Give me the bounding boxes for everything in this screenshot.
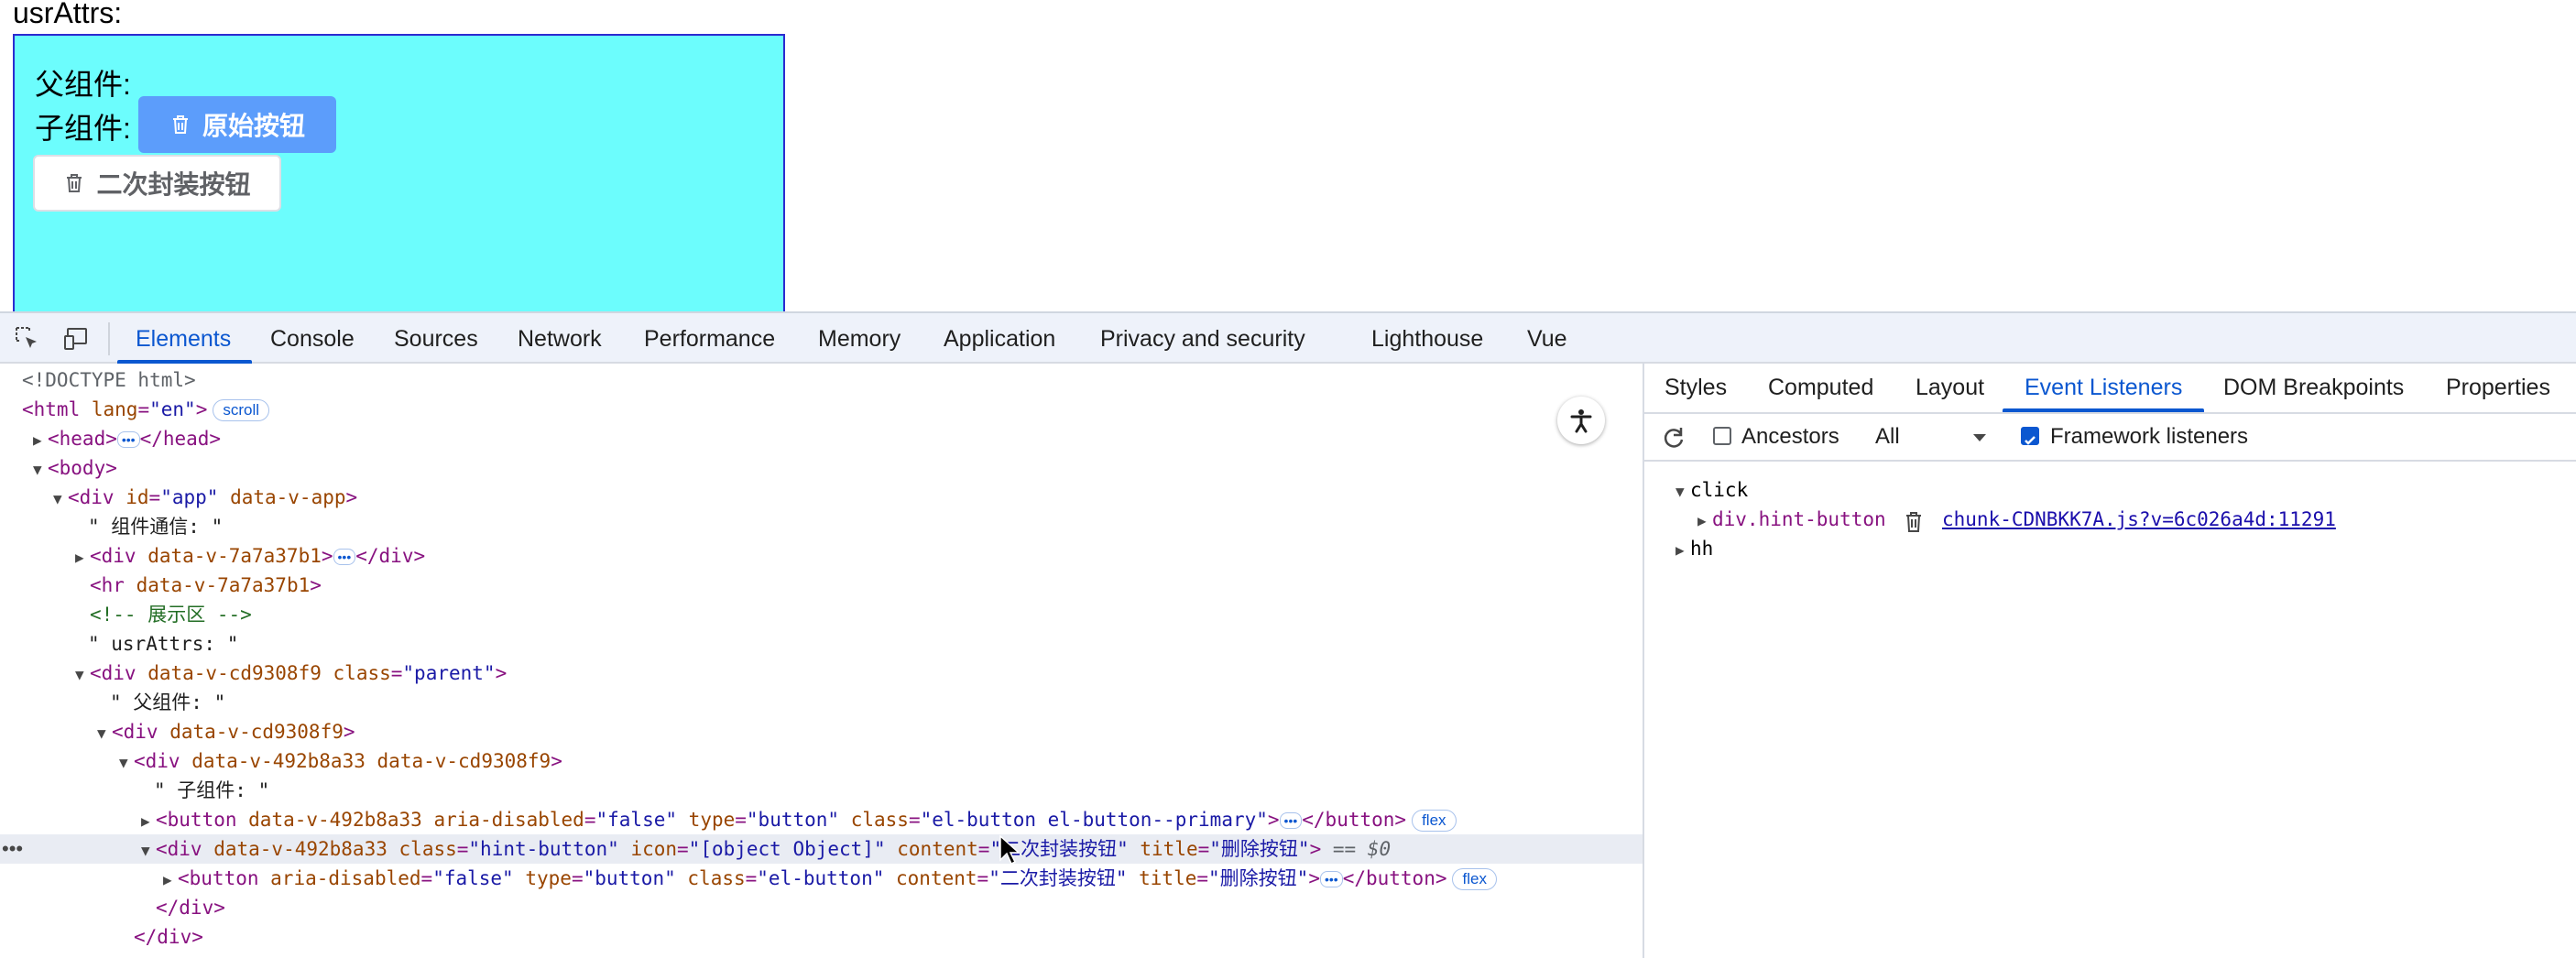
delete-icon [172, 115, 188, 134]
flex-badge[interactable]: flex [1452, 868, 1497, 890]
framework-listeners-label: Framework listeners [2050, 424, 2249, 449]
side-panel: Styles Computed Layout Event Listeners D… [1643, 364, 2576, 958]
more-options-icon[interactable]: ••• [2, 834, 23, 864]
expand-arrow-icon[interactable]: ▶ [163, 865, 178, 895]
child-label: 子组件: [35, 112, 131, 145]
tab-vue[interactable]: Vue [1527, 326, 1567, 353]
tab-lighthouse[interactable]: Lighthouse [1371, 326, 1483, 353]
side-tabs: Styles Computed Layout Event Listeners D… [1644, 364, 2576, 414]
tab-elements[interactable]: Elements [136, 326, 231, 353]
ellipsis-icon[interactable]: ••• [1319, 871, 1343, 887]
dom-node-doctype[interactable]: <!DOCTYPE html> [0, 365, 1643, 395]
dom-node-body[interactable]: ▼ <body> [0, 453, 1643, 483]
dom-text-node[interactable]: " 组件通信: " [0, 512, 1643, 541]
listener-toolbar: Ancestors All Framework listeners [1644, 414, 2576, 462]
listener-filter-select[interactable]: All [1875, 424, 1900, 450]
tab-console[interactable]: Console [270, 326, 355, 353]
listener-entry[interactable]: ▶ div.hint-button [1697, 508, 1886, 530]
tab-properties[interactable]: Properties [2446, 375, 2550, 401]
collapse-arrow-icon[interactable]: ▼ [33, 455, 48, 484]
ellipsis-icon[interactable]: ••• [1279, 812, 1303, 829]
dom-text-node[interactable]: " 父组件: " [0, 688, 1643, 717]
dom-text-node[interactable]: " usrAttrs: " [0, 629, 1643, 659]
toolbar-divider [108, 322, 110, 355]
expand-arrow-icon[interactable]: ▶ [1675, 541, 1690, 559]
expand-arrow-icon[interactable]: ▶ [75, 543, 90, 572]
framework-listeners-checkbox[interactable] [2021, 427, 2039, 445]
dom-node-div[interactable]: ▼ <div data-v-cd9308f9> [0, 717, 1643, 746]
mouse-cursor-icon [999, 834, 1019, 865]
dom-node-hr[interactable]: <hr data-v-7a7a37b1> [0, 571, 1643, 600]
dom-close-div[interactable]: </div> [0, 893, 1643, 922]
dom-node-inner-button[interactable]: ▶ <button aria-disabled="false" type="but… [0, 864, 1643, 893]
primary-button-label: 原始按钮 [202, 112, 305, 140]
event-click-group[interactable]: ▼ click [1675, 479, 1748, 501]
listener-source-link[interactable]: chunk-CDNBKK7A.js?v=6c026a4d:11291 [1942, 508, 2336, 530]
dom-node-button[interactable]: ▶ <button data-v-492b8a33 aria-disabled="… [0, 805, 1643, 834]
tab-dom-breakpoints[interactable]: DOM Breakpoints [2223, 375, 2404, 401]
tab-event-listeners[interactable]: Event Listeners [2025, 375, 2182, 401]
dom-node-head[interactable]: ▶ <head> ••• </head> [0, 424, 1643, 453]
tab-styles[interactable]: Styles [1665, 375, 1727, 401]
tab-memory[interactable]: Memory [818, 326, 901, 353]
dom-node-hint-button-selected[interactable]: ••• ▼ <div data-v-492b8a33 class="hint-but… [0, 834, 1643, 864]
wrapped-button[interactable]: 二次封装按钮 [33, 155, 281, 212]
delete-icon [67, 174, 82, 192]
rendered-page: usrAttrs: 父组件: 子组件: 原始按钮 二次封装按钮 [0, 0, 2576, 311]
tab-layout[interactable]: Layout [1916, 375, 1984, 401]
accessibility-icon [1570, 409, 1592, 433]
tab-privacy-security[interactable]: Privacy and security [1100, 326, 1305, 353]
active-side-tab-indicator [2003, 408, 2204, 412]
devtools-panel: Elements Console Sources Network Perform… [0, 311, 2576, 958]
collapse-arrow-icon[interactable]: ▼ [75, 660, 90, 690]
expand-arrow-icon[interactable]: ▶ [141, 807, 156, 836]
usrattrs-title: usrAttrs: [13, 0, 123, 29]
ancestors-checkbox[interactable] [1713, 427, 1731, 445]
chevron-down-icon[interactable] [1971, 432, 1988, 443]
ancestors-label: Ancestors [1741, 424, 1839, 449]
ellipsis-icon[interactable]: ••• [116, 431, 140, 448]
dom-node-div[interactable]: ▶ <div data-v-7a7a37b1> ••• </div> [0, 541, 1643, 571]
dom-close-div[interactable]: </div> [0, 922, 1643, 952]
dom-comment-node[interactable]: <!-- 展示区 --> [0, 600, 1643, 629]
collapse-arrow-icon[interactable]: ▼ [141, 836, 156, 865]
checkmark-icon [2025, 436, 2036, 445]
dom-node-app[interactable]: ▼ <div id="app" data-v-app> [0, 483, 1643, 512]
collapse-arrow-icon[interactable]: ▼ [119, 748, 134, 778]
tab-network[interactable]: Network [518, 326, 602, 353]
refresh-icon[interactable] [1661, 425, 1686, 451]
tab-performance[interactable]: Performance [644, 326, 775, 353]
scroll-badge[interactable]: scroll [213, 399, 270, 421]
ellipsis-icon[interactable]: ••• [333, 549, 356, 565]
expand-arrow-icon[interactable]: ▶ [33, 426, 48, 455]
tab-sources[interactable]: Sources [394, 326, 478, 353]
dom-tree: <!DOCTYPE html> <html lang="en"> scroll ▶… [0, 364, 1643, 958]
tab-computed[interactable]: Computed [1768, 375, 1873, 401]
wrapped-button-label: 二次封装按钮 [96, 170, 251, 199]
tab-application[interactable]: Application [944, 326, 1055, 353]
dom-node-child[interactable]: ▼ <div data-v-492b8a33 data-v-cd9308f9> [0, 746, 1643, 776]
expand-arrow-icon[interactable]: ▶ [1697, 512, 1712, 529]
accessibility-tree-button[interactable] [1557, 397, 1605, 444]
devtools-toolbar: Elements Console Sources Network Perform… [0, 311, 2576, 364]
dom-node-parent[interactable]: ▼ <div data-v-cd9308f9 class="parent"> [0, 659, 1643, 688]
collapse-arrow-icon[interactable]: ▼ [97, 719, 112, 748]
collapse-arrow-icon[interactable]: ▼ [53, 484, 68, 514]
device-toolbar-icon[interactable] [62, 324, 92, 354]
parent-label: 父组件: [35, 68, 131, 101]
event-hh-group[interactable]: ▶ hh [1675, 538, 1713, 560]
inspect-element-icon[interactable] [13, 324, 42, 354]
collapse-arrow-icon[interactable]: ▼ [1675, 483, 1690, 500]
remove-listener-icon[interactable] [1904, 510, 1924, 534]
dom-node-html[interactable]: <html lang="en"> scroll [0, 395, 1643, 424]
flex-badge[interactable]: flex [1412, 810, 1457, 832]
dom-text-node[interactable]: " 子组件: " [0, 776, 1643, 805]
primary-button[interactable]: 原始按钮 [138, 96, 336, 153]
